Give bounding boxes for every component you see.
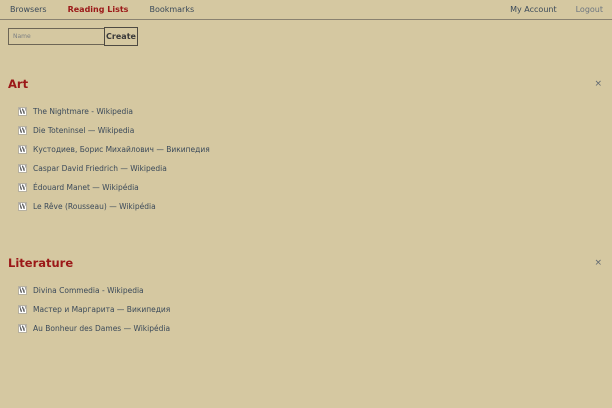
wikipedia-icon: W (18, 202, 27, 211)
create-list-form: Create (8, 27, 138, 46)
close-icon[interactable]: × (594, 77, 602, 91)
list-header: Literature × (0, 255, 612, 271)
item-title[interactable]: Die Toteninsel — Wikipedia (33, 126, 134, 135)
wikipedia-icon: W (18, 145, 27, 154)
list-item[interactable]: W The Nightmare - Wikipedia (18, 102, 210, 121)
list-name-input[interactable] (8, 28, 104, 45)
nav-reading-lists[interactable]: Reading Lists (68, 5, 129, 14)
list-item[interactable]: W Die Toteninsel — Wikipedia (18, 121, 210, 140)
list-item[interactable]: W Мастер и Маргарита — Википедия (18, 300, 170, 319)
nav-logout[interactable]: Logout (576, 5, 603, 14)
list-items: W Divina Commedia - Wikipedia W Мастер и… (18, 281, 170, 338)
close-icon[interactable]: × (594, 256, 602, 270)
top-navigation: Browsers Reading Lists Bookmarks My Acco… (0, 0, 612, 20)
wikipedia-icon: W (18, 126, 27, 135)
item-title[interactable]: Divina Commedia - Wikipedia (33, 286, 144, 295)
nav-bookmarks[interactable]: Bookmarks (149, 5, 194, 14)
item-title[interactable]: Caspar David Friedrich — Wikipedia (33, 164, 167, 173)
list-title: Literature (8, 256, 74, 270)
reading-list-literature: Literature × W Divina Commedia - Wikiped… (0, 255, 612, 333)
create-button[interactable]: Create (104, 27, 138, 46)
list-item[interactable]: W Le Rêve (Rousseau) — Wikipédia (18, 197, 210, 216)
account-nav: My Account Logout (491, 5, 612, 14)
nav-my-account[interactable]: My Account (510, 5, 556, 14)
list-item[interactable]: W Divina Commedia - Wikipedia (18, 281, 170, 300)
nav-browsers[interactable]: Browsers (10, 5, 47, 14)
list-items: W The Nightmare - Wikipedia W Die Toteni… (18, 102, 210, 216)
item-title[interactable]: Кустодиев, Борис Михайлович — Википедия (33, 145, 210, 154)
list-title: Art (8, 77, 29, 91)
wikipedia-icon: W (18, 286, 27, 295)
list-item[interactable]: W Caspar David Friedrich — Wikipedia (18, 159, 210, 178)
wikipedia-icon: W (18, 164, 27, 173)
wikipedia-icon: W (18, 107, 27, 116)
list-item[interactable]: W Édouard Manet — Wikipédia (18, 178, 210, 197)
list-header: Art × (0, 76, 612, 92)
wikipedia-icon: W (18, 324, 27, 333)
wikipedia-icon: W (18, 305, 27, 314)
reading-list-art: Art × W The Nightmare - Wikipedia W Die … (0, 76, 612, 211)
list-item[interactable]: W Кустодиев, Борис Михайлович — Википеди… (18, 140, 210, 159)
list-item[interactable]: W Au Bonheur des Dames — Wikipédia (18, 319, 170, 338)
item-title[interactable]: Мастер и Маргарита — Википедия (33, 305, 170, 314)
item-title[interactable]: Édouard Manet — Wikipédia (33, 183, 139, 192)
primary-nav: Browsers Reading Lists Bookmarks (0, 5, 215, 14)
item-title[interactable]: Le Rêve (Rousseau) — Wikipédia (33, 202, 156, 211)
item-title[interactable]: Au Bonheur des Dames — Wikipédia (33, 324, 170, 333)
item-title[interactable]: The Nightmare - Wikipedia (33, 107, 133, 116)
wikipedia-icon: W (18, 183, 27, 192)
